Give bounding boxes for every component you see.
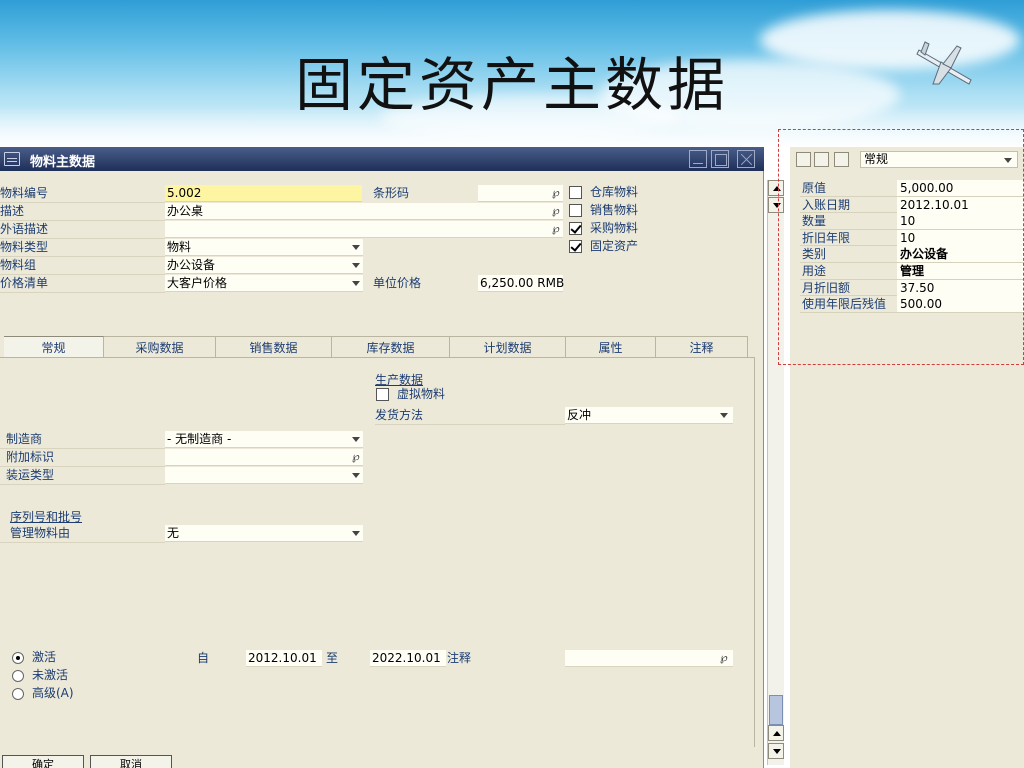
manage-by-select[interactable]: 无 [165,525,363,542]
divider [0,238,165,239]
active-radio[interactable] [12,652,24,664]
item-type-select[interactable]: 物料 [165,239,363,256]
divider [375,424,565,425]
to-date-field[interactable]: 2022.10.01 [370,650,446,667]
window-titlebar[interactable]: 物料主数据 [0,147,764,171]
divider [0,274,165,275]
divider [0,448,165,449]
divider [0,220,165,221]
link-icon[interactable]: ℘ [720,651,728,664]
slide-title: 固定资产主数据 [294,51,729,119]
foreign-description-label: 外语描述 [0,222,49,236]
tab-purchasing[interactable]: 采购数据 [104,336,216,358]
inventory-item-checkbox[interactable] [569,186,582,199]
dropdown-arrow-icon[interactable] [720,413,728,418]
remarks-field[interactable] [565,650,733,667]
link-icon[interactable]: ℘ [552,186,560,199]
inactive-radio[interactable] [12,670,24,682]
to-label: 至 [326,651,339,665]
tab-sales[interactable]: 销售数据 [216,336,332,358]
phantom-item-checkbox[interactable] [376,388,389,401]
tab-planning[interactable]: 计划数据 [450,336,566,358]
remarks-label: 注释 [447,651,472,665]
tab-remarks[interactable]: 注释 [656,336,748,358]
link-icon[interactable]: ℘ [552,222,560,235]
fixed-asset-checkbox[interactable] [569,240,582,253]
item-group-label: 物料组 [0,258,37,272]
scroll-thumb[interactable] [769,695,783,725]
barcode-field[interactable] [478,185,563,202]
sales-item-label: 销售物料 [590,203,639,217]
link-icon[interactable]: ℘ [552,204,560,217]
item-group-select[interactable]: 办公设备 [165,257,363,274]
scroll-up-icon[interactable] [768,725,784,741]
item-code-label: 物料编号 [0,186,49,200]
dropdown-arrow-icon[interactable] [352,437,360,442]
divider [0,256,165,257]
purchase-item-checkbox[interactable] [569,222,582,235]
production-data-title: 生产数据 [375,373,424,387]
price-list-select[interactable]: 大客户价格 [165,275,363,292]
tab-general[interactable]: 常规 [4,336,104,358]
issue-method-label: 发货方法 [375,408,424,422]
advanced-radio[interactable] [12,688,24,700]
form-icon [4,152,20,166]
shipping-type-label: 装运类型 [6,468,55,482]
dropdown-arrow-icon[interactable] [352,263,360,268]
divider [0,484,165,485]
divider [0,292,165,293]
barcode-label: 条形码 [373,186,410,200]
minimize-icon[interactable] [689,150,707,168]
advanced-label: 高级(A) [32,686,74,700]
description-label: 描述 [0,204,25,218]
manufacturer-select[interactable]: - 无制造商 - [165,431,363,448]
inactive-label: 未激活 [32,668,69,682]
item-code-field[interactable]: 5.002 [165,185,362,202]
shipping-type-select[interactable] [165,467,363,484]
from-date-field[interactable]: 2012.10.01 [246,650,322,667]
active-label: 激活 [32,650,57,664]
phantom-item-label: 虚拟物料 [397,387,446,401]
dropdown-arrow-icon[interactable] [352,281,360,286]
manage-by-label: 管理物料由 [10,526,71,540]
additional-id-label: 附加标识 [6,450,55,464]
divider [0,202,165,203]
unit-price-field[interactable]: 6,250.00 RMB [478,275,564,292]
scroll-down-icon[interactable] [768,743,784,759]
serial-batch-title: 序列号和批号 [10,510,83,524]
divider [0,542,165,543]
ok-button[interactable]: 确定 [2,755,84,768]
tab-properties[interactable]: 属性 [566,336,656,358]
link-icon[interactable]: ℘ [352,450,360,463]
foreign-description-field[interactable] [165,221,563,238]
dropdown-arrow-icon[interactable] [352,531,360,536]
maximize-icon[interactable] [711,150,729,168]
from-label: 自 [197,651,210,665]
issue-method-select[interactable]: 反冲 [565,407,733,424]
item-master-window: 物料主数据 物料编号 描述 外语描述 物料类型 物料组 价格清单 5.002 办… [0,147,764,768]
sales-item-checkbox[interactable] [569,204,582,217]
price-list-label: 价格清单 [0,276,49,290]
purchase-item-label: 采购物料 [590,221,639,235]
unit-price-label: 单位价格 [373,276,422,290]
divider [0,466,165,467]
inventory-item-label: 仓库物料 [590,185,639,199]
manufacturer-label: 制造商 [6,432,43,446]
cancel-button[interactable]: 取消 [90,755,172,768]
additional-id-field[interactable] [165,449,363,466]
window-title: 物料主数据 [30,155,96,170]
dropdown-arrow-icon[interactable] [352,473,360,478]
item-type-label: 物料类型 [0,240,49,254]
dropdown-arrow-icon[interactable] [352,245,360,250]
fixed-asset-label: 固定资产 [590,239,639,253]
description-field[interactable]: 办公桌 [165,203,563,220]
highlight-box [778,129,1024,365]
close-icon[interactable] [737,150,755,168]
tab-inventory[interactable]: 库存数据 [332,336,450,358]
